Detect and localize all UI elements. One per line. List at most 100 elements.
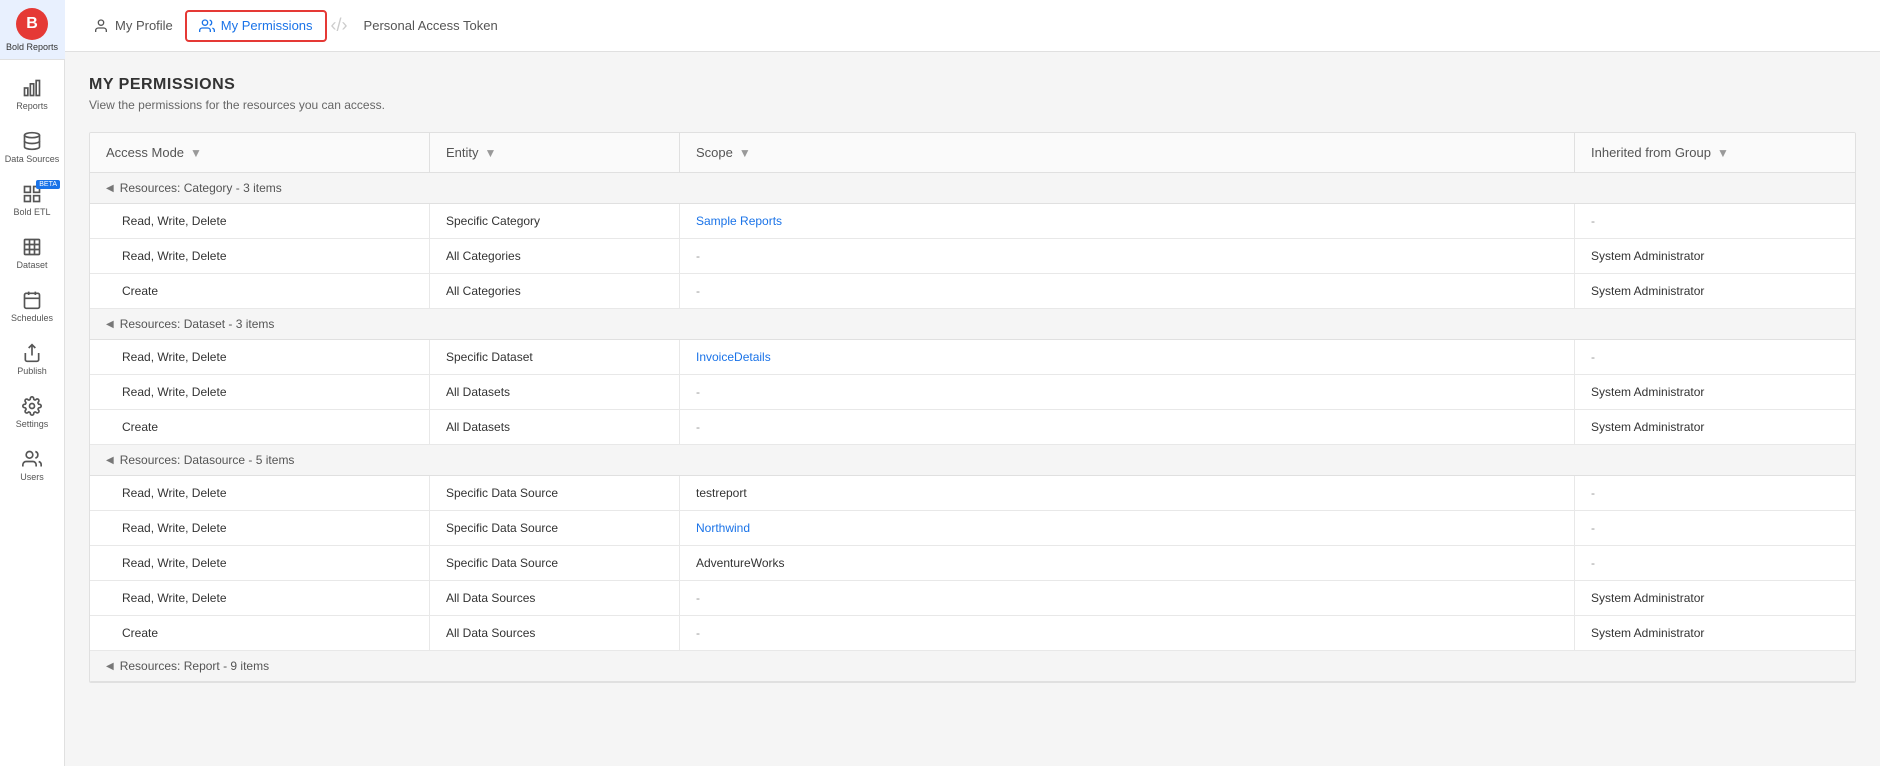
cell-inherited: - (1575, 476, 1855, 510)
sidebar-item-users-label: Users (20, 472, 44, 482)
cell-inherited: - (1575, 546, 1855, 580)
cell-entity: All Data Sources (430, 616, 680, 650)
cell-inherited: - (1575, 340, 1855, 374)
cell-inherited: System Administrator (1575, 616, 1855, 650)
table-row: Read, Write, Delete Specific Dataset Inv… (90, 340, 1855, 375)
calendar-icon (22, 290, 42, 310)
col-entity: Entity ▼ (430, 133, 680, 172)
cell-access-mode: Read, Write, Delete (90, 375, 430, 409)
sidebar-item-schedules[interactable]: Schedules (0, 280, 64, 333)
cell-inherited: - (1575, 511, 1855, 545)
cell-access-mode: Read, Write, Delete (90, 476, 430, 510)
nav-divider: ‹/› (331, 15, 348, 36)
access-mode-filter-icon[interactable]: ▼ (190, 146, 202, 160)
sidebar-item-boldetl[interactable]: Bold ETL BETA (0, 174, 64, 227)
table-row: Read, Write, Delete All Datasets - Syste… (90, 375, 1855, 410)
cell-scope: testreport (680, 476, 1575, 510)
group-datasource-label: Resources: Datasource - 5 items (120, 453, 295, 467)
sidebar-item-reports-label: Reports (16, 101, 48, 111)
cell-inherited: System Administrator (1575, 581, 1855, 615)
cell-access-mode: Read, Write, Delete (90, 340, 430, 374)
cell-scope: Northwind (680, 511, 1575, 545)
publish-icon (22, 343, 42, 363)
cell-access-mode: Read, Write, Delete (90, 546, 430, 580)
cell-entity: All Data Sources (430, 581, 680, 615)
sidebar-item-reports[interactable]: Reports (0, 68, 64, 121)
sidebar-item-publish-label: Publish (17, 366, 47, 376)
table-row: Create All Data Sources - System Adminis… (90, 616, 1855, 651)
cell-access-mode: Create (90, 616, 430, 650)
cell-entity: All Categories (430, 274, 680, 308)
cell-scope: - (680, 410, 1575, 444)
sidebar-item-publish[interactable]: Publish (0, 333, 64, 386)
page-title: MY PERMISSIONS (89, 76, 1856, 94)
sidebar-item-notifications[interactable] (28, 736, 36, 756)
group-dataset-arrow: ◀ (106, 319, 114, 330)
cell-access-mode: Read, Write, Delete (90, 204, 430, 238)
scope-link[interactable]: Sample Reports (696, 214, 782, 228)
cell-access-mode: Read, Write, Delete (90, 581, 430, 615)
table-row: Create All Categories - System Administr… (90, 274, 1855, 309)
user-icon (93, 18, 109, 34)
entity-filter-icon[interactable]: ▼ (485, 146, 497, 160)
table-row: Read, Write, Delete Specific Data Source… (90, 511, 1855, 546)
cell-entity: Specific Data Source (430, 511, 680, 545)
group-report-label: Resources: Report - 9 items (120, 659, 269, 673)
group-report-arrow: ◀ (106, 661, 114, 672)
sidebar-item-datasources-label: Data Sources (5, 154, 60, 164)
my-permissions-label: My Permissions (221, 18, 313, 33)
personal-access-token-label: Personal Access Token (364, 18, 498, 33)
my-profile-label: My Profile (115, 18, 173, 33)
beta-badge: BETA (36, 180, 60, 189)
page-subtitle: View the permissions for the resources y… (89, 98, 1856, 112)
scope-link[interactable]: InvoiceDetails (696, 350, 771, 364)
sidebar-bottom (28, 736, 36, 766)
top-nav: My Profile My Permissions ‹/› Personal A… (65, 0, 1880, 52)
group-category[interactable]: ◀ Resources: Category - 3 items (90, 173, 1855, 204)
cell-inherited: System Administrator (1575, 410, 1855, 444)
cell-scope: InvoiceDetails (680, 340, 1575, 374)
sidebar-item-settings[interactable]: Settings (0, 386, 64, 439)
col-access-mode-label: Access Mode (106, 145, 184, 160)
cell-inherited: - (1575, 204, 1855, 238)
group-report[interactable]: ◀ Resources: Report - 9 items (90, 651, 1855, 682)
sidebar-item-dataset-label: Dataset (16, 260, 47, 270)
cell-entity: All Categories (430, 239, 680, 273)
sidebar-nav: Reports Data Sources Bold ETL BETA Datas… (0, 60, 64, 736)
personal-access-token-nav[interactable]: Personal Access Token (352, 12, 510, 39)
cell-scope: - (680, 616, 1575, 650)
cell-access-mode: Create (90, 410, 430, 444)
cell-scope: - (680, 274, 1575, 308)
table-row: Read, Write, Delete Specific Data Source… (90, 476, 1855, 511)
sidebar: B Bold Reports Reports Data Sources Bold… (0, 0, 65, 766)
table-row: Read, Write, Delete Specific Data Source… (90, 546, 1855, 581)
col-inherited-label: Inherited from Group (1591, 145, 1711, 160)
sidebar-item-boldetl-label: Bold ETL (13, 207, 50, 217)
group-datasource[interactable]: ◀ Resources: Datasource - 5 items (90, 445, 1855, 476)
table-row: Create All Datasets - System Administrat… (90, 410, 1855, 445)
col-entity-label: Entity (446, 145, 479, 160)
database-icon (22, 131, 42, 151)
group-dataset[interactable]: ◀ Resources: Dataset - 3 items (90, 309, 1855, 340)
sidebar-item-datasources[interactable]: Data Sources (0, 121, 64, 174)
scope-link[interactable]: Northwind (696, 521, 750, 535)
sidebar-item-dataset[interactable]: Dataset (0, 227, 64, 280)
inherited-filter-icon[interactable]: ▼ (1717, 146, 1729, 160)
scope-filter-icon[interactable]: ▼ (739, 146, 751, 160)
table-row: Read, Write, Delete All Categories - Sys… (90, 239, 1855, 274)
logo-icon: B (16, 8, 48, 40)
cell-entity: Specific Data Source (430, 546, 680, 580)
sidebar-item-schedules-label: Schedules (11, 313, 53, 323)
app-logo[interactable]: B Bold Reports (0, 0, 65, 60)
sidebar-item-users[interactable]: Users (0, 439, 64, 492)
cell-scope: AdventureWorks (680, 546, 1575, 580)
my-profile-nav[interactable]: My Profile (81, 12, 185, 40)
chart-bar-icon (22, 78, 42, 98)
page-content: MY PERMISSIONS View the permissions for … (65, 52, 1880, 766)
cell-scope: - (680, 581, 1575, 615)
permissions-table: Access Mode ▼ Entity ▼ Scope ▼ Inherited… (89, 132, 1856, 683)
cell-scope: - (680, 239, 1575, 273)
group-category-arrow: ◀ (106, 183, 114, 194)
cell-scope: - (680, 375, 1575, 409)
my-permissions-nav[interactable]: My Permissions (185, 10, 327, 42)
